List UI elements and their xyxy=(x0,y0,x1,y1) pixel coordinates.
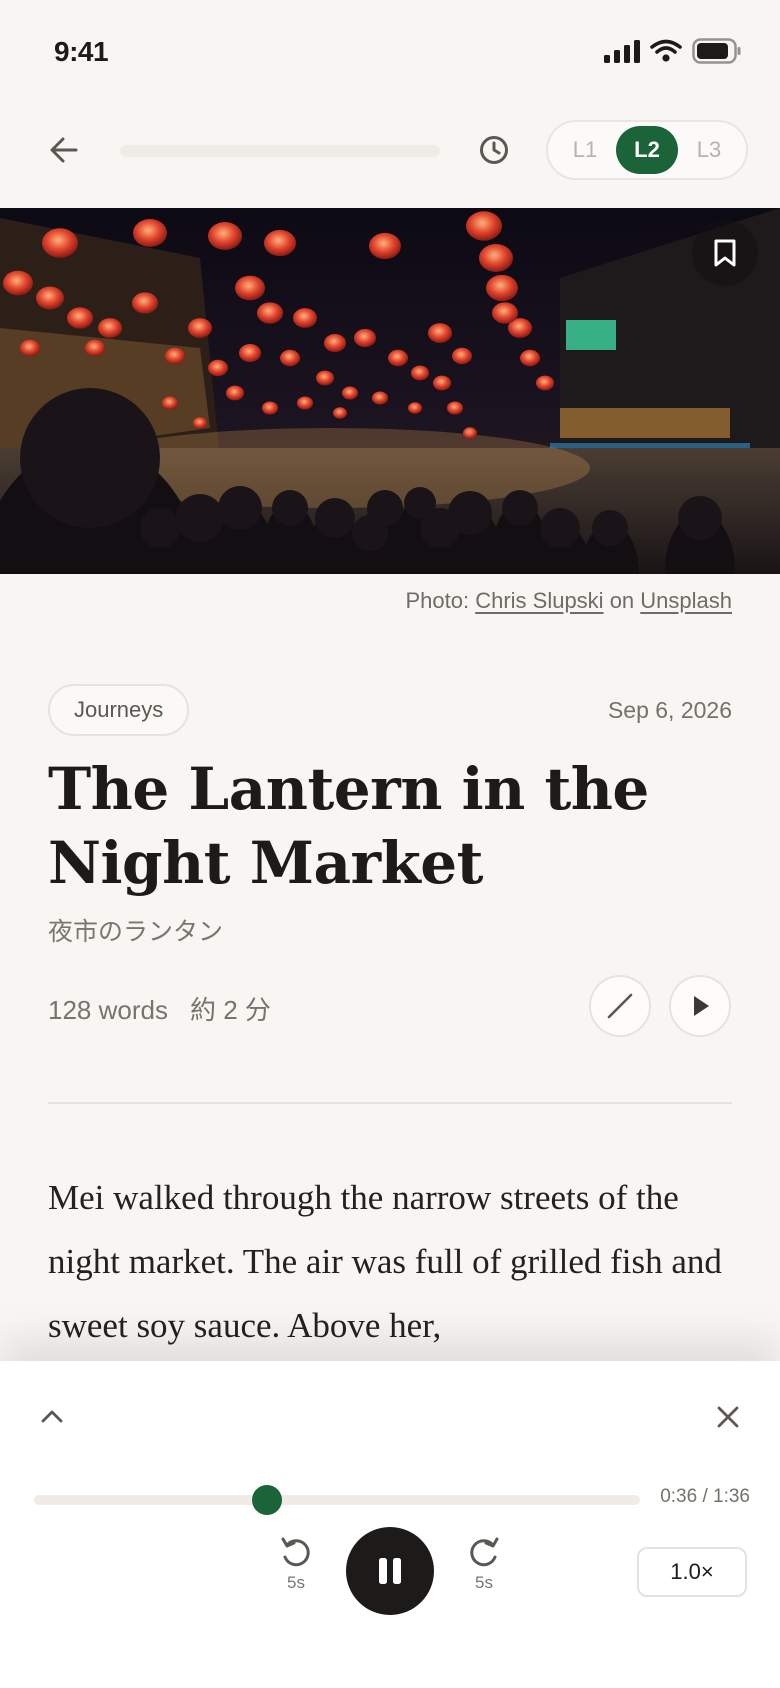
skip-forward-label: 5s xyxy=(475,1573,493,1592)
bookmark-icon xyxy=(714,239,736,267)
history-button[interactable] xyxy=(474,130,514,170)
pause-icon xyxy=(379,1558,401,1584)
level-switcher: L1 L2 L3 xyxy=(546,120,748,180)
level-option-l3[interactable]: L3 xyxy=(678,126,740,174)
playback-time: 0:36 / 1:36 xyxy=(660,1486,750,1507)
photo-credit: Photo: Chris Slupski on Unsplash xyxy=(405,588,732,614)
bookmark-button[interactable] xyxy=(692,220,758,286)
unsplash-link[interactable]: Unsplash xyxy=(640,588,732,613)
close-player-button[interactable] xyxy=(710,1399,746,1435)
article-stats: 128 words 約 2 分 xyxy=(48,990,271,1027)
status-time: 9:41 xyxy=(54,36,109,67)
clock-icon xyxy=(480,136,508,164)
wifi-icon xyxy=(650,39,682,62)
skip-back-button[interactable]: 5s xyxy=(266,1533,326,1613)
fast-forward-icon xyxy=(470,1537,499,1567)
cellular-signal-icon xyxy=(604,39,640,63)
play-icon xyxy=(694,996,709,1016)
photo-credit-prefix: Photo: xyxy=(405,588,476,613)
arrow-left-icon xyxy=(50,137,78,163)
listen-button[interactable] xyxy=(669,975,731,1037)
status-icons xyxy=(604,38,742,64)
article-body: Mei walked through the narrow streets of… xyxy=(48,1178,722,1345)
reader-top-bar: L1 L2 L3 xyxy=(0,110,780,190)
article-title: The Lantern in the Night Market xyxy=(48,755,649,897)
category-tag[interactable]: Journeys xyxy=(48,684,190,736)
divider xyxy=(48,1102,732,1104)
expand-player-button[interactable] xyxy=(34,1399,70,1435)
audio-player: 0:36 / 1:36 5s 5s 1.0× xyxy=(0,1361,780,1688)
photo-credit-on: on xyxy=(603,588,641,613)
article-subtitle-jp: 夜市のランタン xyxy=(48,918,224,946)
publish-date: Sep 6, 2026 xyxy=(607,697,732,723)
level-option-l2[interactable]: L2 xyxy=(616,126,678,174)
night-market-photo xyxy=(0,208,780,574)
battery-icon xyxy=(692,38,741,64)
read-time: 約 2 分 xyxy=(189,995,271,1025)
level-option-l1[interactable]: L1 xyxy=(554,126,616,174)
reading-progress-bar xyxy=(120,145,440,157)
playback-speed-button[interactable]: 1.0× xyxy=(637,1547,747,1597)
photographer-link[interactable]: Chris Slupski xyxy=(475,588,603,613)
chevron-up-icon xyxy=(41,1410,63,1423)
rewind-icon xyxy=(281,1537,310,1567)
close-icon xyxy=(717,1406,739,1428)
word-count: 128 words xyxy=(48,995,168,1025)
playback-scrubber-handle[interactable] xyxy=(252,1485,283,1515)
playback-scrubber[interactable] xyxy=(34,1485,640,1515)
skip-forward-button[interactable]: 5s xyxy=(454,1533,514,1613)
hero-image xyxy=(0,208,780,574)
playback-progress-fill xyxy=(34,1495,268,1505)
status-bar: 9:41 xyxy=(0,0,780,100)
highlight-button[interactable] xyxy=(589,975,651,1037)
back-button[interactable] xyxy=(44,130,84,170)
pause-button[interactable] xyxy=(346,1527,434,1615)
pen-icon xyxy=(607,993,633,1019)
skip-back-label: 5s xyxy=(287,1573,305,1592)
